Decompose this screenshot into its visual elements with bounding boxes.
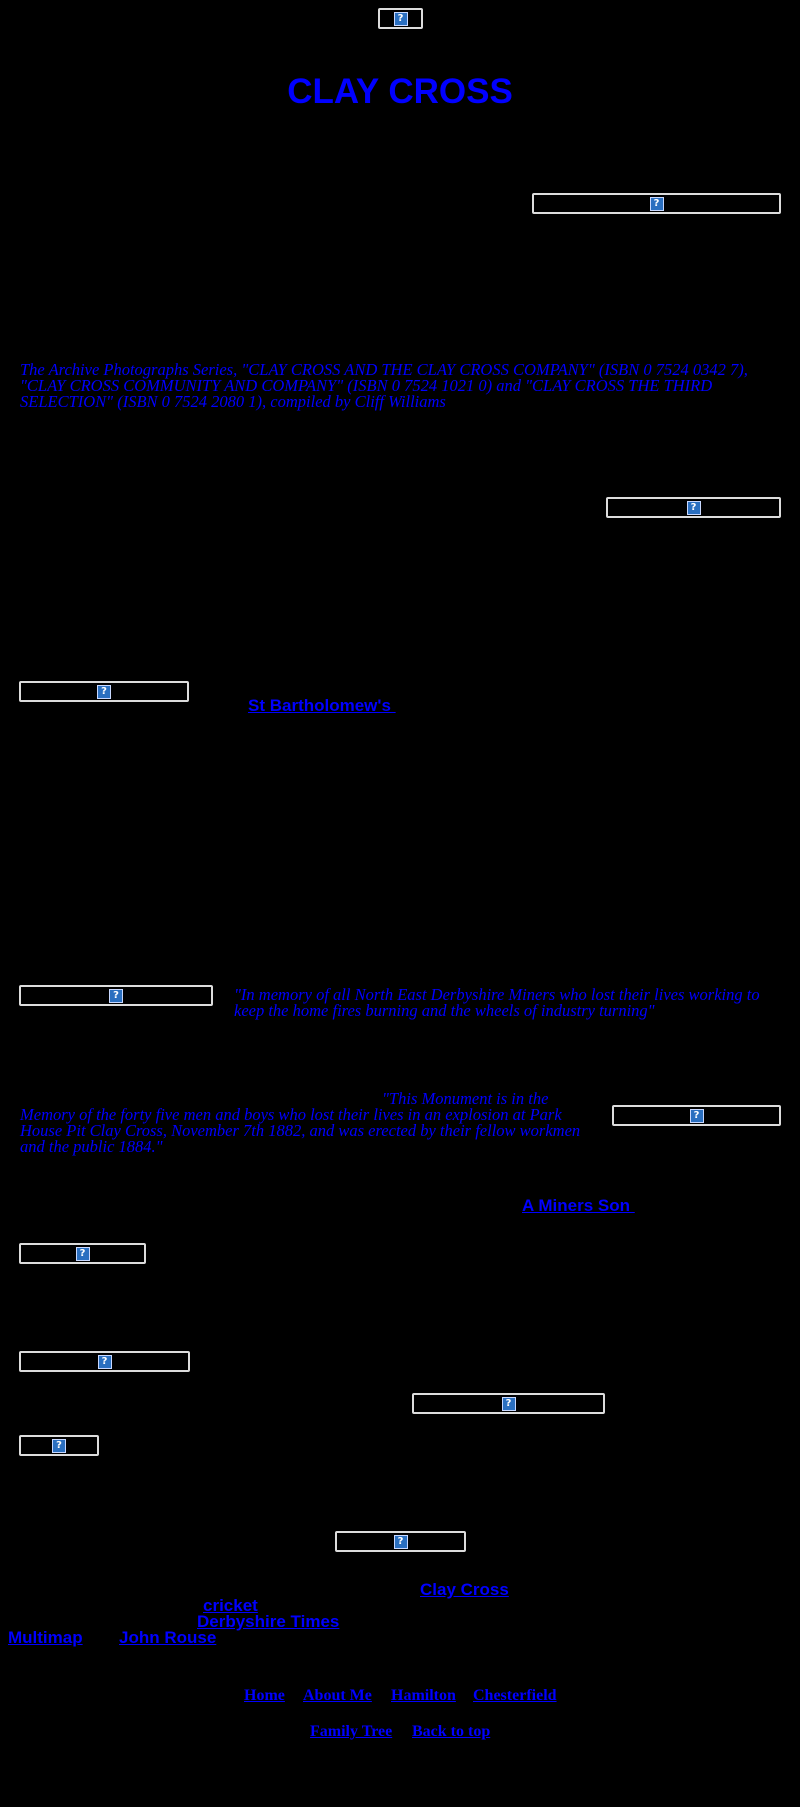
- photo-2: ?: [606, 497, 781, 518]
- broken-image-icon: ?: [686, 500, 701, 515]
- broken-image-icon: ?: [97, 684, 111, 699]
- broken-image-icon: ?: [649, 196, 664, 211]
- monument-quote: Memory of the forty five men and boys wh…: [20, 1105, 581, 1156]
- broken-image-icon: ?: [97, 1354, 112, 1369]
- photo-7: ?: [19, 1351, 190, 1372]
- archive-credit: The Archive Photographs Series, "CLAY CR…: [20, 360, 748, 411]
- broken-image-icon: ?: [52, 1438, 66, 1453]
- broken-image-icon: ?: [109, 988, 123, 1003]
- broken-image-icon: ?: [689, 1108, 704, 1123]
- photo-1: ?: [532, 193, 781, 214]
- multimap-link[interactable]: Multimap: [8, 1628, 83, 1648]
- footer-back-to-top-link[interactable]: Back to top: [412, 1723, 490, 1741]
- broken-image-icon: ?: [393, 11, 408, 26]
- clay-cross-link[interactable]: Clay Cross: [420, 1580, 509, 1600]
- photo-9: ?: [19, 1435, 99, 1456]
- photo-6: ?: [19, 1243, 146, 1264]
- broken-image-icon: ?: [393, 1534, 408, 1549]
- broken-image-icon: ?: [501, 1396, 516, 1411]
- broken-image-icon: ?: [75, 1246, 90, 1261]
- photo-3: ?: [19, 681, 189, 702]
- st-bartholomews-link[interactable]: St Bartholomew's: [248, 696, 396, 716]
- footer-family-tree-link[interactable]: Family Tree: [310, 1723, 392, 1741]
- photo-8: ?: [412, 1393, 605, 1414]
- photo-4: ?: [19, 985, 213, 1006]
- derbyshire-times-link[interactable]: Derbyshire Times: [197, 1612, 339, 1632]
- memorial-quote: "In memory of all North East Derbyshire …: [234, 985, 760, 1020]
- john-rouse-link[interactable]: John Rouse: [119, 1628, 216, 1648]
- miners-son-link[interactable]: A Miners Son: [522, 1196, 635, 1216]
- photo-10: ?: [335, 1531, 466, 1552]
- footer-about-me-link[interactable]: About Me: [303, 1687, 372, 1705]
- footer-home-link[interactable]: Home: [244, 1687, 285, 1705]
- top-image: ?: [378, 8, 423, 29]
- footer-hamilton-link[interactable]: Hamilton: [391, 1687, 456, 1705]
- photo-5: ?: [612, 1105, 781, 1126]
- footer-chesterfield-link[interactable]: Chesterfield: [473, 1687, 557, 1705]
- page-title: CLAY CROSS: [287, 72, 513, 111]
